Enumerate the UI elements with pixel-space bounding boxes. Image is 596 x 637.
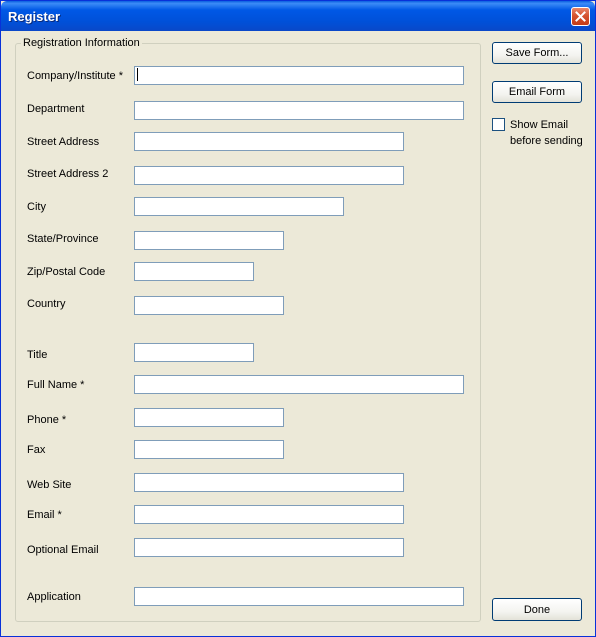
label-company: Company/Institute * — [27, 70, 123, 82]
optional-email-input[interactable] — [134, 538, 404, 557]
label-full-name: Full Name * — [27, 379, 85, 391]
label-state: State/Province — [27, 233, 99, 245]
save-form-button[interactable]: Save Form... — [492, 42, 582, 64]
label-phone: Phone * — [27, 414, 67, 426]
show-email-label[interactable]: Show Email before sending — [510, 117, 590, 149]
window-title: Register — [8, 9, 61, 24]
label-email: Email * — [27, 509, 62, 521]
street-address-2-input[interactable] — [134, 166, 404, 185]
show-email-label-line2: before sending — [510, 135, 583, 147]
zip-input[interactable] — [134, 262, 254, 281]
show-email-label-line1: Show Email — [510, 119, 569, 131]
email-input[interactable] — [134, 505, 404, 524]
street-address-input[interactable] — [134, 132, 404, 151]
fax-input[interactable] — [134, 440, 284, 459]
label-street-address: Street Address — [27, 136, 100, 148]
close-icon — [575, 11, 586, 22]
label-title: Title — [27, 349, 48, 361]
done-button[interactable]: Done — [492, 598, 582, 621]
label-application: Application — [27, 591, 81, 603]
title-bar[interactable]: Register — [1, 1, 595, 31]
phone-input[interactable] — [134, 408, 284, 427]
web-site-input[interactable] — [134, 473, 404, 492]
company-input[interactable] — [134, 66, 464, 85]
label-zip: Zip/Postal Code — [27, 266, 106, 278]
email-form-button[interactable]: Email Form — [492, 81, 582, 103]
application-input[interactable] — [134, 587, 464, 606]
text-cursor — [137, 68, 138, 81]
full-name-input[interactable] — [134, 375, 464, 394]
state-input[interactable] — [134, 231, 284, 250]
department-input[interactable] — [134, 101, 464, 120]
label-optional-email: Optional Email — [27, 544, 99, 556]
label-fax: Fax — [27, 444, 46, 456]
groupbox-title: Registration Information — [21, 37, 142, 49]
label-web-site: Web Site — [27, 479, 72, 491]
close-button[interactable] — [571, 7, 590, 26]
registration-groupbox — [15, 43, 481, 622]
label-country: Country — [27, 298, 66, 310]
label-street-address-2: Street Address 2 — [27, 168, 109, 180]
label-city: City — [27, 201, 46, 213]
title-input[interactable] — [134, 343, 254, 362]
city-input[interactable] — [134, 197, 344, 216]
show-email-checkbox[interactable] — [492, 118, 505, 131]
label-department: Department — [27, 103, 85, 115]
country-input[interactable] — [134, 296, 284, 315]
